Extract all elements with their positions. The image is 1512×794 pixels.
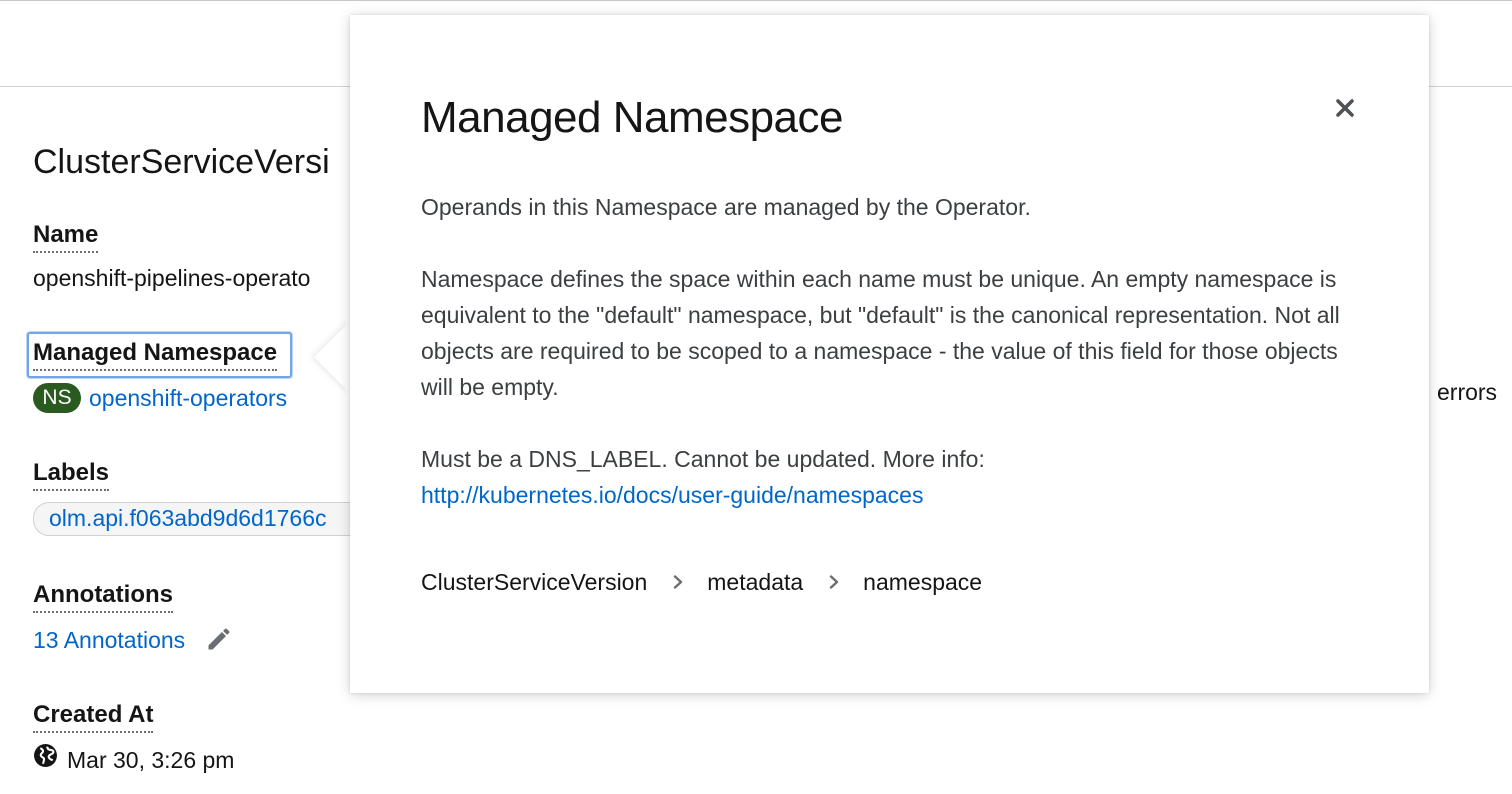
more-info-link[interactable]: http://kubernetes.io/docs/user-guide/nam… <box>421 482 923 508</box>
created-at-label[interactable]: Created At <box>33 700 154 733</box>
namespace-link[interactable]: openshift-operators <box>89 383 287 413</box>
label-chip-link[interactable]: olm.api.f063abd9d6d1766c <box>49 503 327 533</box>
popover-title: Managed Namespace <box>421 93 843 142</box>
chevron-right-icon <box>829 575 839 589</box>
globe-icon <box>34 744 57 767</box>
name-label[interactable]: Name <box>33 220 99 253</box>
popover-description: Operands in this Namespace are managed b… <box>421 194 1031 220</box>
name-value: openshift-pipelines-operato <box>33 265 311 291</box>
breadcrumb-item: ClusterServiceVersion <box>421 569 648 595</box>
popover-arrow <box>314 321 350 393</box>
managed-namespace-label[interactable]: Managed Namespace <box>33 338 278 371</box>
popover-more-info-text: Must be a DNS_LABEL. Cannot be updated. … <box>421 446 985 472</box>
popover-namespace-description: Namespace defines the space within each … <box>421 266 1340 400</box>
breadcrumb: ClusterServiceVersion metadata namespace <box>421 567 982 597</box>
section-title: ClusterServiceVersi <box>33 143 330 181</box>
labels-label[interactable]: Labels <box>33 458 110 491</box>
annotations-label[interactable]: Annotations <box>33 580 173 613</box>
close-button[interactable] <box>1330 93 1360 123</box>
page: ClusterServiceVersi Name openshift-pipel… <box>0 0 1512 794</box>
pencil-icon[interactable] <box>205 625 233 653</box>
annotations-link[interactable]: 13 Annotations <box>33 625 185 655</box>
chevron-right-icon <box>674 575 683 589</box>
namespace-badge: NS <box>33 383 81 413</box>
top-border <box>0 0 1512 1</box>
managed-namespace-popover: Managed Namespace Operands in this Names… <box>350 15 1429 693</box>
close-icon[interactable] <box>1335 98 1355 118</box>
created-at-value: Mar 30, 3:26 pm <box>67 747 235 773</box>
breadcrumb-item: namespace <box>863 569 983 595</box>
breadcrumb-item: metadata <box>707 569 804 595</box>
errors-text: errors <box>1437 379 1498 405</box>
popover-more-info: Must be a DNS_LABEL. Cannot be updated. … <box>421 441 1361 513</box>
